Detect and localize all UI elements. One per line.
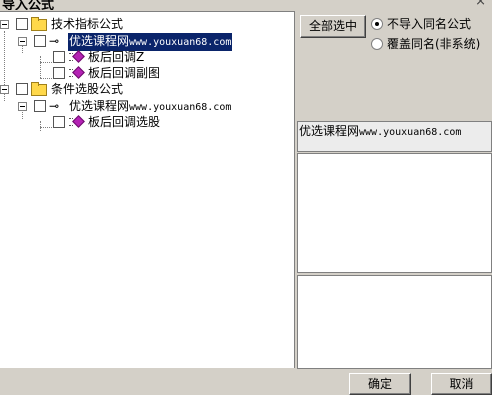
formula-description-box: 优选课程网www.youxuan68.com — [297, 121, 492, 152]
tree-item-formula[interactable]: ⊸ 优选课程网www.youxuan68.com — [0, 98, 290, 114]
group-checkbox[interactable] — [16, 83, 28, 95]
tree-leaf-label: 板后回调Z — [88, 50, 145, 64]
formula-gem-icon — [69, 50, 85, 63]
expander-minus-icon[interactable] — [18, 102, 27, 111]
tree-item-formula[interactable]: ⊸ 优选课程网www.youxuan68.com — [0, 33, 290, 51]
item-checkbox[interactable] — [34, 35, 46, 47]
radio-skip-same-name[interactable] — [371, 18, 383, 30]
formula-notes-box — [297, 275, 492, 369]
tree-leaf-label: 板后回调选股 — [88, 115, 161, 129]
formula-key-icon: ⊸ — [49, 99, 59, 113]
radio-overwrite-same-name[interactable] — [371, 38, 383, 50]
expander-minus-icon[interactable] — [18, 37, 27, 46]
expander-minus-icon[interactable] — [0, 20, 9, 29]
formula-gem-icon — [69, 66, 85, 79]
group-checkbox[interactable] — [16, 18, 28, 30]
formula-gem-icon — [69, 115, 85, 128]
tree-leaf[interactable]: 板后回调副图 — [0, 65, 290, 81]
formula-tree[interactable]: 技术指标公式 ⊸ 优选课程网www.youxuan68.com 板后回调Z 板后… — [0, 11, 295, 368]
formula-key-icon: ⊸ — [49, 34, 59, 48]
radio-overwrite-same-name-label: 覆盖同名(非系统) — [387, 37, 481, 51]
tree-group-technical[interactable]: 技术指标公式 — [0, 16, 290, 32]
ok-button[interactable]: 确定 — [349, 373, 411, 395]
select-all-button[interactable]: 全部选中 — [300, 15, 366, 38]
leaf-checkbox[interactable] — [53, 51, 65, 63]
tree-group-label: 条件选股公式 — [51, 82, 124, 96]
cancel-button[interactable]: 取消 — [431, 373, 492, 395]
formula-description-text: 优选课程网www.youxuan68.com — [299, 124, 462, 138]
tree-group-label: 技术指标公式 — [51, 17, 124, 31]
radio-skip-same-name-label: 不导入同名公式 — [387, 17, 472, 31]
formula-detail-box — [297, 153, 492, 273]
folder-icon — [31, 82, 47, 96]
leaf-checkbox[interactable] — [53, 116, 65, 128]
item-checkbox[interactable] — [34, 100, 46, 112]
title-bar: 导入公式 × — [0, 0, 492, 10]
window-title: 导入公式 — [2, 0, 55, 10]
expander-minus-icon[interactable] — [0, 85, 9, 94]
tree-leaf-label: 板后回调副图 — [88, 66, 161, 80]
tree-group-selection[interactable]: 条件选股公式 — [0, 81, 290, 97]
close-icon[interactable]: × — [475, 0, 486, 9]
tree-leaf[interactable]: 板后回调Z — [0, 49, 290, 65]
leaf-checkbox[interactable] — [53, 67, 65, 79]
folder-icon — [31, 17, 47, 31]
tree-leaf[interactable]: 板后回调选股 — [0, 114, 290, 130]
